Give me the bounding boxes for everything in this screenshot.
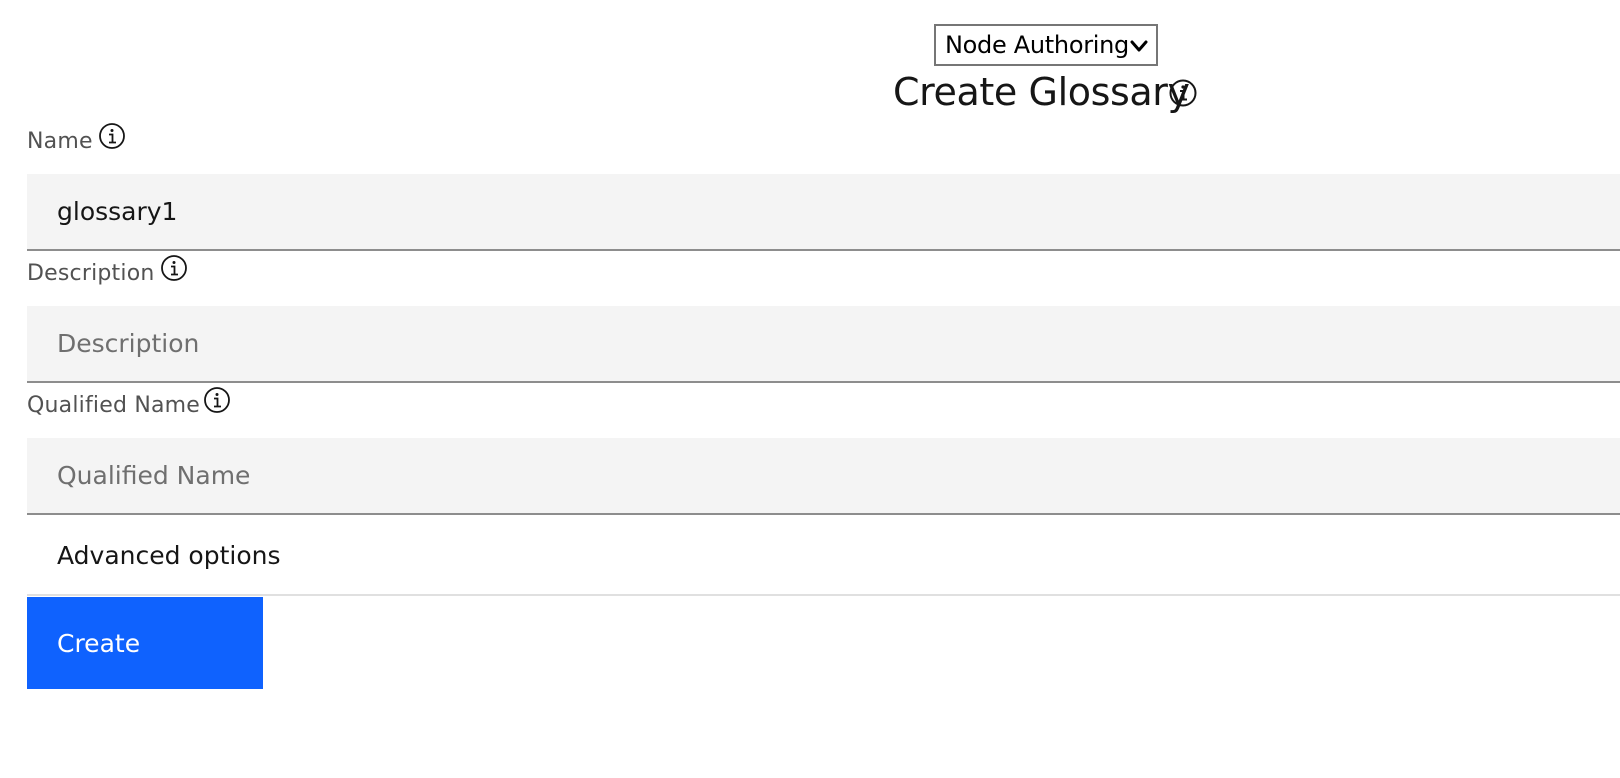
page-title-row: Create Glossary [0,70,1620,118]
advanced-options-toggle[interactable]: Advanced options [27,516,1620,596]
name-label: Name [27,129,93,154]
qualified-name-label: Qualified Name [27,393,201,418]
create-glossary-page: Node Authoring Create Glossary Name Desc… [0,0,1620,778]
description-label: Description [27,261,155,286]
mode-select[interactable]: Node Authoring [934,24,1158,66]
description-input[interactable] [27,306,1620,383]
info-icon[interactable] [98,122,126,150]
page-title: Create Glossary [893,70,1190,114]
create-button[interactable]: Create [27,597,263,689]
name-input[interactable] [27,174,1620,251]
mode-select-value: Node Authoring [945,31,1129,59]
chevron-down-icon [1130,40,1148,52]
info-icon[interactable] [1168,78,1198,108]
info-icon[interactable] [203,386,231,414]
info-icon[interactable] [160,254,188,282]
advanced-options-label: Advanced options [57,540,281,570]
qualified-name-input[interactable] [27,438,1620,515]
